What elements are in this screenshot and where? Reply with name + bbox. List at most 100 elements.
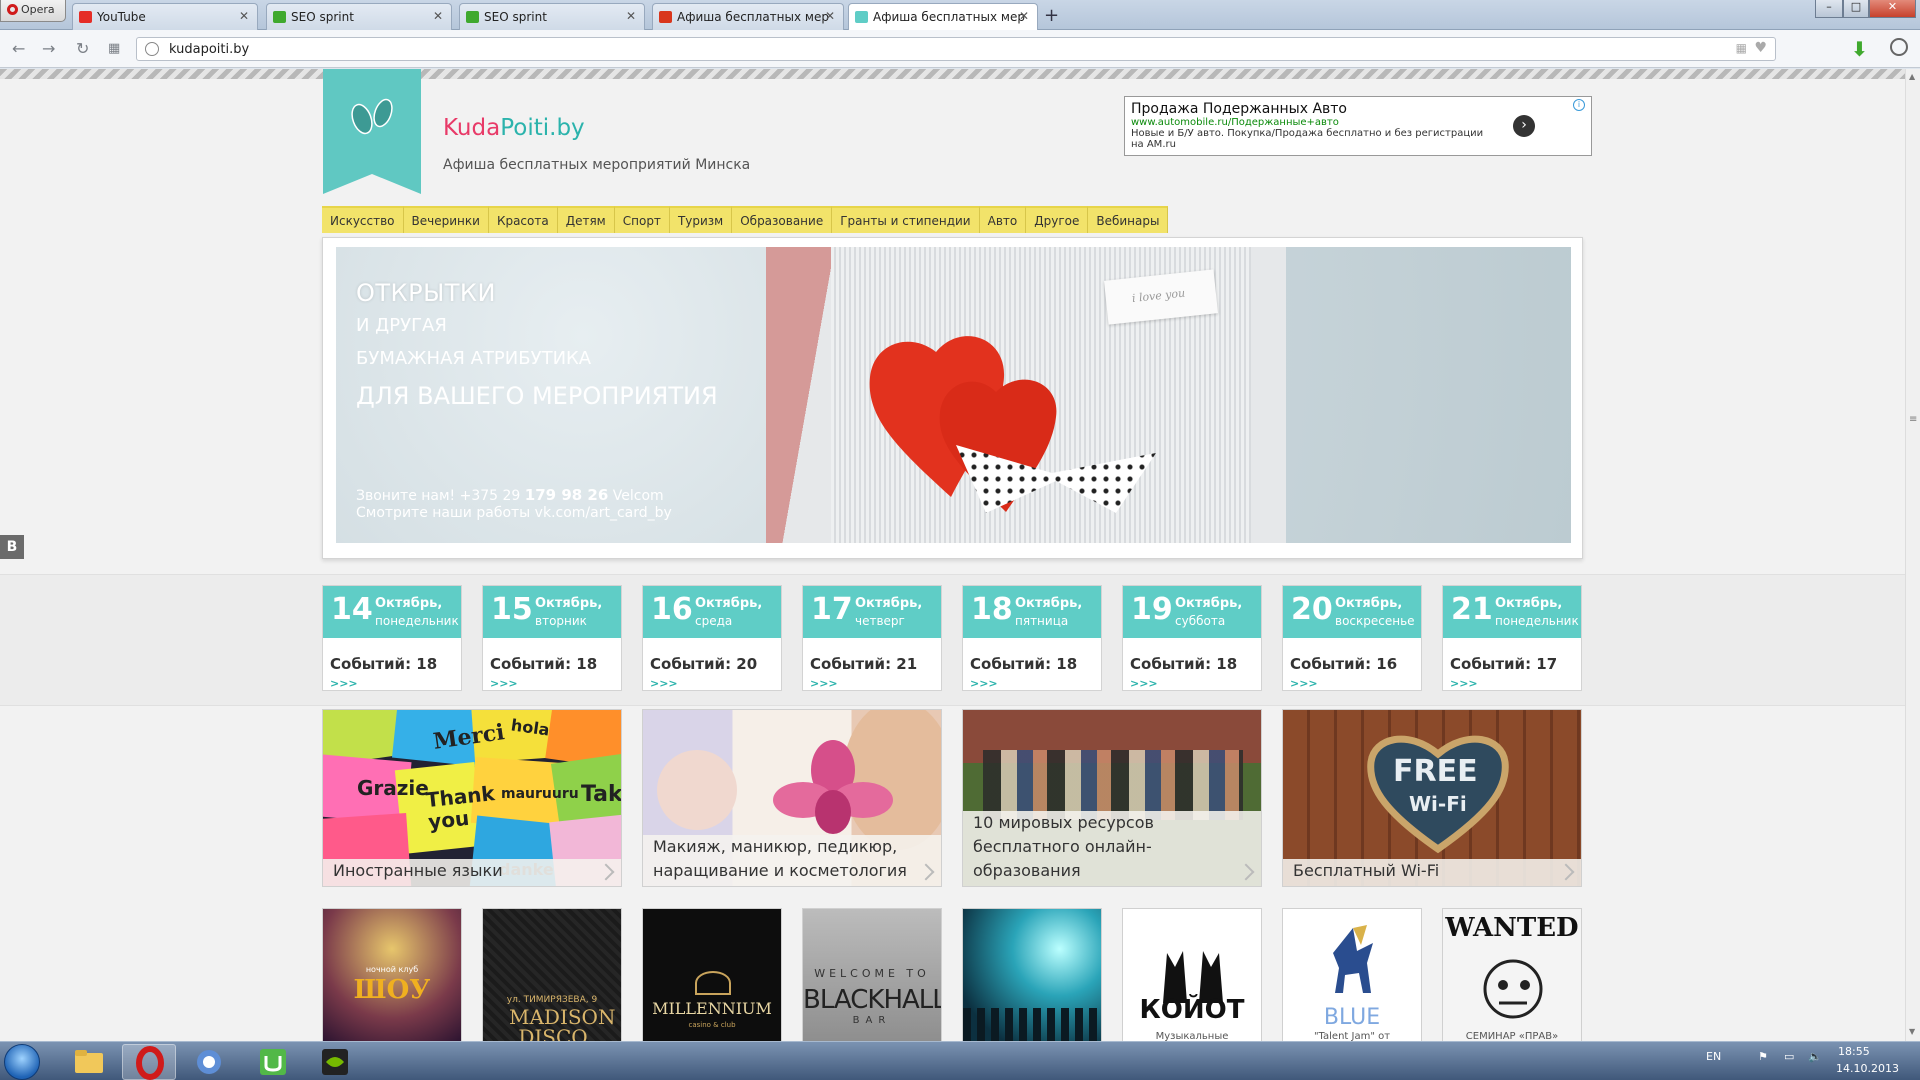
- scroll-down-arrow-icon[interactable]: ▼: [1909, 1027, 1915, 1036]
- day-events[interactable]: Событий: 16 >>>: [1290, 655, 1421, 691]
- opera-taskbar-button[interactable]: [122, 1044, 176, 1080]
- messenger-taskbar-button[interactable]: [182, 1044, 236, 1080]
- flag-icon[interactable]: ⚑: [1758, 1050, 1768, 1063]
- day-events[interactable]: Событий: 17 >>>: [1450, 655, 1581, 691]
- nav-item-education[interactable]: Образование: [732, 206, 833, 233]
- featured-caption[interactable]: Иностранные языки: [323, 859, 621, 886]
- nav-item-art[interactable]: Искусство: [322, 206, 404, 233]
- banner-slider[interactable]: i love you ОТКРЫТКИ И ДРУГАЯ БУМАЖНАЯ АТ…: [322, 237, 1583, 559]
- url-field[interactable]: kudapoiti.by ▦ ♥: [136, 37, 1776, 61]
- nav-item-parties[interactable]: Вечеринки: [403, 206, 489, 233]
- explorer-taskbar-button[interactable]: [62, 1044, 116, 1080]
- nav-item-other[interactable]: Другое: [1026, 206, 1089, 233]
- banner-slide[interactable]: i love you ОТКРЫТКИ И ДРУГАЯ БУМАЖНАЯ АТ…: [336, 247, 1571, 543]
- club-tile-madison[interactable]: ул. ТИМИРЯЗЕВА, 9 MADISON DISCO: [482, 908, 622, 1041]
- back-arrow-icon[interactable]: ←: [12, 39, 25, 58]
- scroll-thumb-icon[interactable]: ≡: [1909, 414, 1917, 425]
- close-window-button[interactable]: ✕: [1869, 0, 1916, 18]
- nav-item-webinars[interactable]: Вебинары: [1088, 206, 1169, 233]
- tab-youtube[interactable]: YouTube ✕: [72, 3, 258, 30]
- close-tab-icon[interactable]: ✕: [239, 9, 249, 23]
- more-arrows-icon[interactable]: >>>: [650, 677, 678, 690]
- nav-item-sport[interactable]: Спорт: [614, 206, 670, 233]
- day-card[interactable]: 19 Октябрь, суббота Событий: 18 >>>: [1122, 585, 1262, 691]
- nav-item-tourism[interactable]: Туризм: [669, 206, 733, 233]
- ad-title[interactable]: Продажа Подержанных Авто: [1131, 101, 1585, 117]
- day-events[interactable]: Событий: 18 >>>: [330, 655, 461, 691]
- speed-dial-grid-icon[interactable]: ▦: [108, 41, 120, 56]
- speed-dial-add-icon[interactable]: ▦: [1736, 41, 1747, 55]
- clock-time[interactable]: 18:55: [1838, 1045, 1870, 1058]
- start-button[interactable]: [4, 1044, 40, 1080]
- nav-item-kids[interactable]: Детям: [557, 206, 615, 233]
- side-badge[interactable]: B: [0, 535, 24, 559]
- menu-icon[interactable]: [1890, 38, 1908, 56]
- day-card[interactable]: 16 Октябрь, среда Событий: 20 >>>: [642, 585, 782, 691]
- nav-item-auto[interactable]: Авто: [979, 206, 1027, 233]
- close-tab-icon[interactable]: ✕: [626, 9, 636, 23]
- day-card[interactable]: 21 Октябрь, понедельник Событий: 17 >>>: [1442, 585, 1582, 691]
- nvidia-taskbar-button[interactable]: [308, 1044, 362, 1080]
- close-tab-icon[interactable]: ✕: [433, 9, 443, 23]
- day-card[interactable]: 15 Октябрь, вторник Событий: 18 >>>: [482, 585, 622, 691]
- featured-tile-wifi[interactable]: FREE Wi-Fi Бесплатный Wi-Fi: [1282, 709, 1582, 887]
- ad-info-icon[interactable]: i: [1573, 99, 1585, 111]
- featured-tile-education[interactable]: 10 мировых ресурсов бесплатного онлайн-о…: [962, 709, 1262, 887]
- day-events[interactable]: Событий: 18 >>>: [1130, 655, 1261, 691]
- scroll-up-arrow-icon[interactable]: ▲: [1909, 72, 1915, 81]
- more-arrows-icon[interactable]: >>>: [330, 677, 358, 690]
- club-tile-koyot[interactable]: КОЙОТ Музыкальные: [1122, 908, 1262, 1041]
- featured-caption[interactable]: Бесплатный Wi-Fi: [1283, 859, 1581, 886]
- day-card[interactable]: 18 Октябрь, пятница Событий: 18 >>>: [962, 585, 1102, 691]
- ad-go-arrow-icon[interactable]: ›: [1513, 115, 1535, 137]
- club-tile-millennium[interactable]: MILLENNIUM casino & club: [642, 908, 782, 1041]
- close-tab-icon[interactable]: ✕: [1019, 9, 1029, 23]
- clock-date[interactable]: 14.10.2013: [1836, 1062, 1899, 1075]
- club-tile-blue[interactable]: BLUE "Talent Jam" от: [1282, 908, 1422, 1041]
- more-arrows-icon[interactable]: >>>: [490, 677, 518, 690]
- reload-icon[interactable]: ↻: [76, 39, 89, 58]
- club-tile-show[interactable]: ночной клуб ШОУ: [322, 908, 462, 1041]
- opera-menu-button[interactable]: Opera: [0, 0, 66, 22]
- more-arrows-icon[interactable]: >>>: [970, 677, 998, 690]
- day-card[interactable]: 20 Октябрь, воскресенье Событий: 16 >>>: [1282, 585, 1422, 691]
- network-icon[interactable]: ▭: [1784, 1050, 1794, 1063]
- download-icon[interactable]: ⬇: [1851, 37, 1871, 61]
- minimize-button[interactable]: –: [1815, 0, 1843, 18]
- maximize-button[interactable]: □: [1843, 0, 1869, 18]
- site-logo-ribbon[interactable]: [323, 69, 421, 194]
- more-arrows-icon[interactable]: >>>: [1450, 677, 1478, 690]
- featured-tile-beauty[interactable]: Макияж, маникюр, педикюр, наращивание и …: [642, 709, 942, 887]
- close-tab-icon[interactable]: ✕: [825, 9, 835, 23]
- nav-item-grants[interactable]: Гранты и стипендии: [832, 206, 980, 233]
- language-indicator[interactable]: EN: [1706, 1050, 1721, 1063]
- day-events[interactable]: Событий: 18 >>>: [490, 655, 621, 691]
- more-arrows-icon[interactable]: >>>: [1290, 677, 1318, 690]
- site-logo-text[interactable]: KudaPoiti.by: [443, 115, 585, 141]
- vertical-scrollbar[interactable]: ▲ ≡ ▼: [1905, 69, 1920, 1041]
- more-arrows-icon[interactable]: >>>: [1130, 677, 1158, 690]
- club-tile-blackhall[interactable]: WELCOME TO BLACKHALL BAR: [802, 908, 942, 1041]
- featured-caption[interactable]: Макияж, маникюр, педикюр, наращивание и …: [643, 835, 941, 886]
- tab-afisha-yandex[interactable]: Афиша бесплатных мер ✕: [652, 3, 844, 30]
- new-tab-button[interactable]: +: [1044, 5, 1059, 26]
- nav-item-beauty[interactable]: Красота: [488, 206, 558, 233]
- featured-tile-languages[interactable]: Merci Grazie Thank you mauruuru Takk dan…: [322, 709, 622, 887]
- more-arrows-icon[interactable]: >>>: [810, 677, 838, 690]
- ad-banner[interactable]: Продажа Подержанных Авто www.automobile.…: [1124, 96, 1592, 156]
- volume-icon[interactable]: 🔈: [1808, 1050, 1822, 1063]
- day-events[interactable]: Событий: 20 >>>: [650, 655, 781, 691]
- tab-seo-sprint-1[interactable]: SEO sprint ✕: [266, 3, 452, 30]
- featured-caption[interactable]: 10 мировых ресурсов бесплатного онлайн-о…: [963, 811, 1261, 886]
- club-tile-wanted[interactable]: WANTED СЕМИНАР «ПРАВ»: [1442, 908, 1582, 1041]
- day-card[interactable]: 14 Октябрь, понедельник Событий: 18 >>>: [322, 585, 462, 691]
- day-events[interactable]: Событий: 18 >>>: [970, 655, 1101, 691]
- day-events[interactable]: Событий: 21 >>>: [810, 655, 941, 691]
- site-info-icon[interactable]: [145, 42, 159, 56]
- heart-icon[interactable]: ♥: [1754, 40, 1767, 56]
- club-tile-concert[interactable]: [962, 908, 1102, 1041]
- tab-seo-sprint-2[interactable]: SEO sprint ✕: [459, 3, 645, 30]
- tab-afisha-kudapoiti[interactable]: Афиша бесплатных мер ✕: [848, 3, 1038, 31]
- day-card[interactable]: 17 Октябрь, четверг Событий: 21 >>>: [802, 585, 942, 691]
- utorrent-taskbar-button[interactable]: [246, 1044, 300, 1080]
